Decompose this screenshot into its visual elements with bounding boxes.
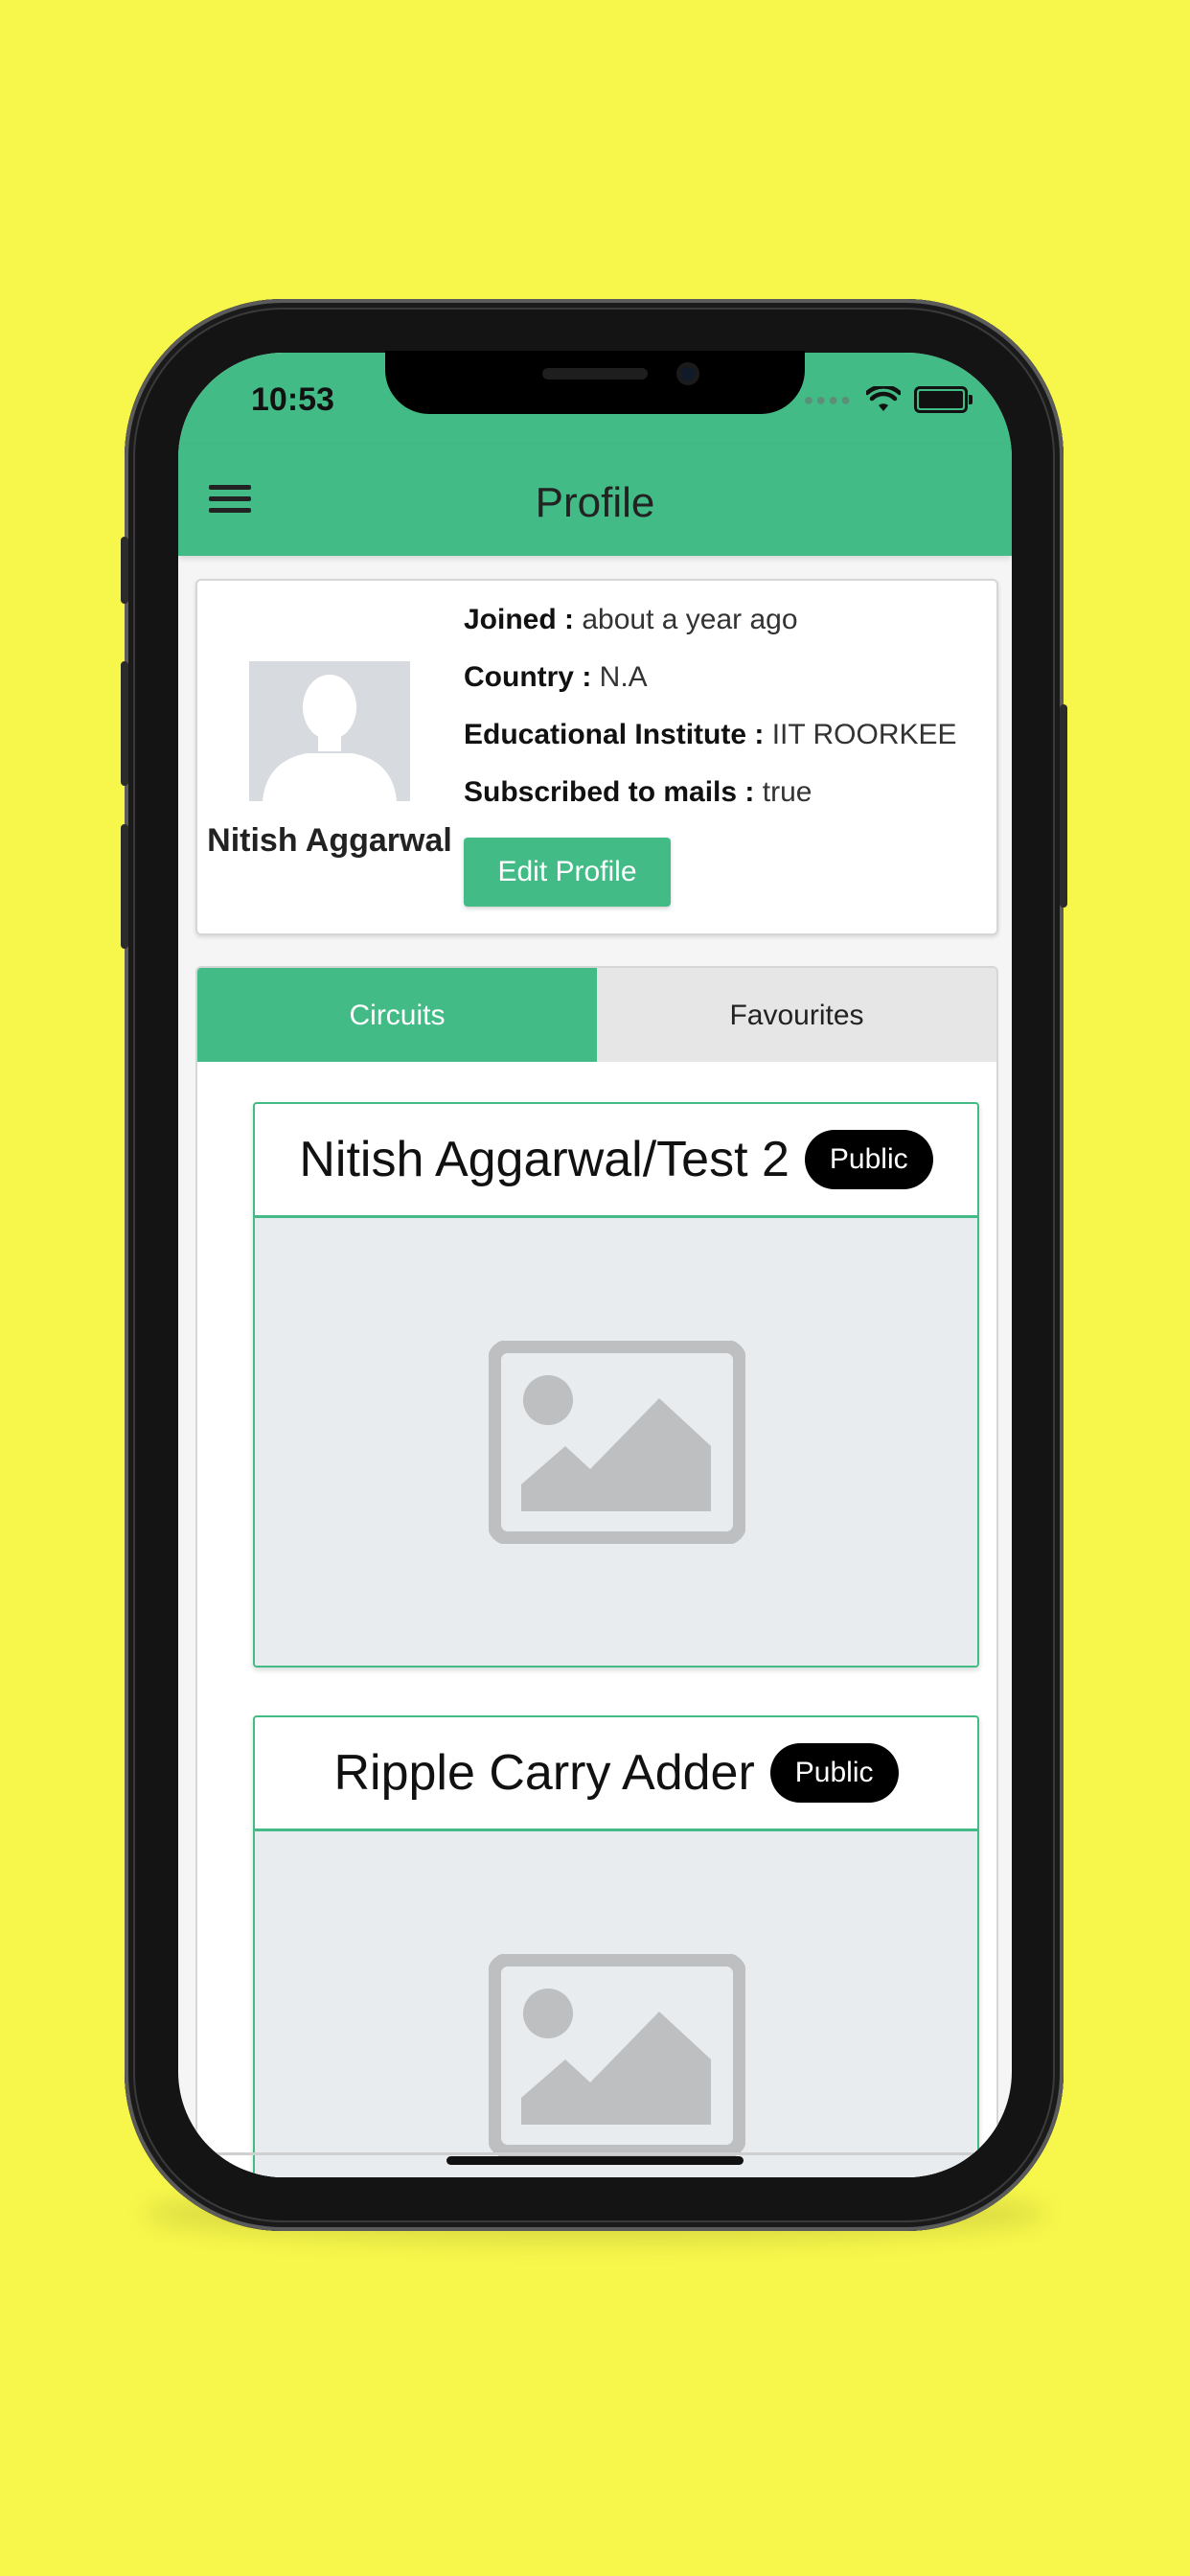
speaker-grille	[542, 368, 648, 380]
signal-icon: ●●●●	[803, 389, 853, 409]
circuit-thumbnail	[255, 1218, 977, 1666]
visibility-badge: Public	[804, 1130, 933, 1189]
status-icons: ●●●●	[803, 385, 973, 414]
circuits-list: Nitish Aggarwal/Test 2 Public Ripple Car…	[195, 1062, 998, 2177]
circuit-card-header: Nitish Aggarwal/Test 2 Public	[255, 1104, 977, 1218]
joined-row: Joined : about a year ago	[464, 604, 798, 636]
app-bar: Profile	[178, 445, 1012, 556]
country-row: Country : N.A	[464, 661, 648, 694]
mails-row: Subscribed to mails : true	[464, 776, 812, 809]
visibility-badge: Public	[769, 1743, 899, 1803]
user-name: Nitish Aggarwal	[207, 822, 452, 859]
edit-profile-button[interactable]: Edit Profile	[464, 838, 671, 907]
notch	[385, 351, 805, 414]
status-time: 10:53	[251, 381, 334, 418]
volume-up-button	[121, 661, 128, 786]
institute-value: IIT ROORKEE	[771, 719, 957, 750]
mute-switch	[121, 537, 128, 604]
mails-label: Subscribed to mails :	[464, 776, 755, 808]
circuit-title: Ripple Carry Adder	[333, 1745, 755, 1801]
joined-label: Joined :	[464, 604, 575, 635]
country-label: Country :	[464, 661, 592, 693]
circuit-card-header: Ripple Carry Adder Public	[255, 1717, 977, 1831]
volume-down-button	[121, 824, 128, 949]
mails-value: true	[762, 776, 812, 808]
front-camera	[676, 362, 699, 385]
page-title: Profile	[535, 479, 655, 526]
battery-icon	[914, 386, 973, 413]
image-placeholder-icon	[489, 1341, 745, 1544]
country-value: N.A	[599, 661, 648, 693]
profile-card: Nitish Aggarwal Joined : about a year ag…	[195, 579, 998, 935]
image-placeholder-icon	[489, 1954, 745, 2157]
circuit-thumbnail	[255, 1831, 977, 2177]
circuit-title: Nitish Aggarwal/Test 2	[299, 1132, 790, 1187]
institute-label: Educational Institute :	[464, 719, 765, 750]
phone-screen: 10:53 ●●●● Profile Nitish Aggarwal Joine…	[178, 353, 1012, 2177]
circuit-card[interactable]: Nitish Aggarwal/Test 2 Public	[253, 1102, 979, 1668]
bottom-divider	[178, 2152, 1012, 2155]
circuit-card[interactable]: Ripple Carry Adder Public	[253, 1715, 979, 2177]
tab-bar: Circuits Favourites	[195, 966, 998, 1066]
user-silhouette-icon	[249, 661, 410, 801]
institute-row: Educational Institute : IIT ROORKEE	[464, 719, 957, 751]
wifi-icon	[866, 386, 901, 411]
joined-value: about a year ago	[582, 604, 798, 635]
tab-circuits[interactable]: Circuits	[197, 968, 597, 1064]
home-indicator[interactable]	[446, 2156, 744, 2165]
tab-favourites[interactable]: Favourites	[597, 968, 996, 1064]
power-button	[1060, 704, 1067, 908]
